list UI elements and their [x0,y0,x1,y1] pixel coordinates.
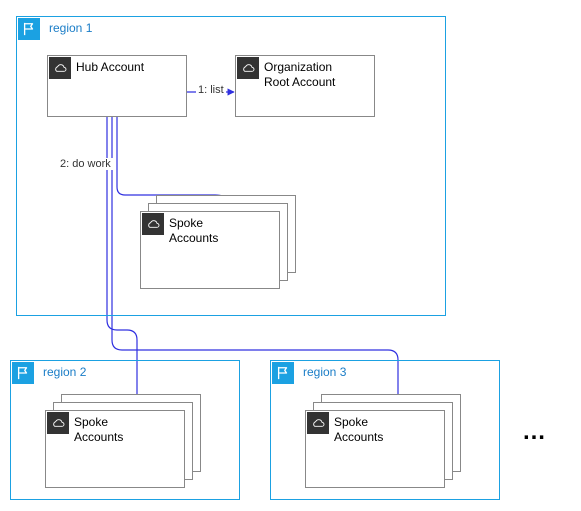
flag-icon [12,362,34,384]
flag-icon [18,18,40,40]
cloud-icon [47,412,69,434]
org-root-account-label: Organization Root Account [264,60,370,90]
spoke-accounts-r3-label: Spoke Accounts [334,415,440,445]
spoke-accounts-r3: Spoke Accounts [305,410,445,488]
region-3-label: region 3 [303,365,346,379]
flag-icon [272,362,294,384]
spoke-accounts-stack-r2: Spoke Accounts [45,394,205,489]
cloud-icon [142,213,164,235]
ellipsis-icon: … [522,418,550,446]
region-1-label: region 1 [49,21,92,35]
edge-2-label: 2: do work [58,158,113,170]
spoke-accounts-r2-label: Spoke Accounts [74,415,180,445]
spoke-accounts-r2: Spoke Accounts [45,410,185,488]
spoke-accounts-r1-label: Spoke Accounts [169,216,275,246]
spoke-accounts-stack-r1: Spoke Accounts [140,195,300,290]
cloud-icon [237,57,259,79]
cloud-icon [307,412,329,434]
spoke-accounts-stack-r3: Spoke Accounts [305,394,465,489]
diagram-canvas: region 1 Hub Account Organization Root A… [0,0,581,511]
hub-account: Hub Account [47,55,187,117]
cloud-icon [49,57,71,79]
hub-account-label: Hub Account [76,60,182,75]
org-root-account: Organization Root Account [235,55,375,117]
region-2-label: region 2 [43,365,86,379]
edge-1-label: 1: list [196,84,226,96]
spoke-accounts-r1: Spoke Accounts [140,211,280,289]
